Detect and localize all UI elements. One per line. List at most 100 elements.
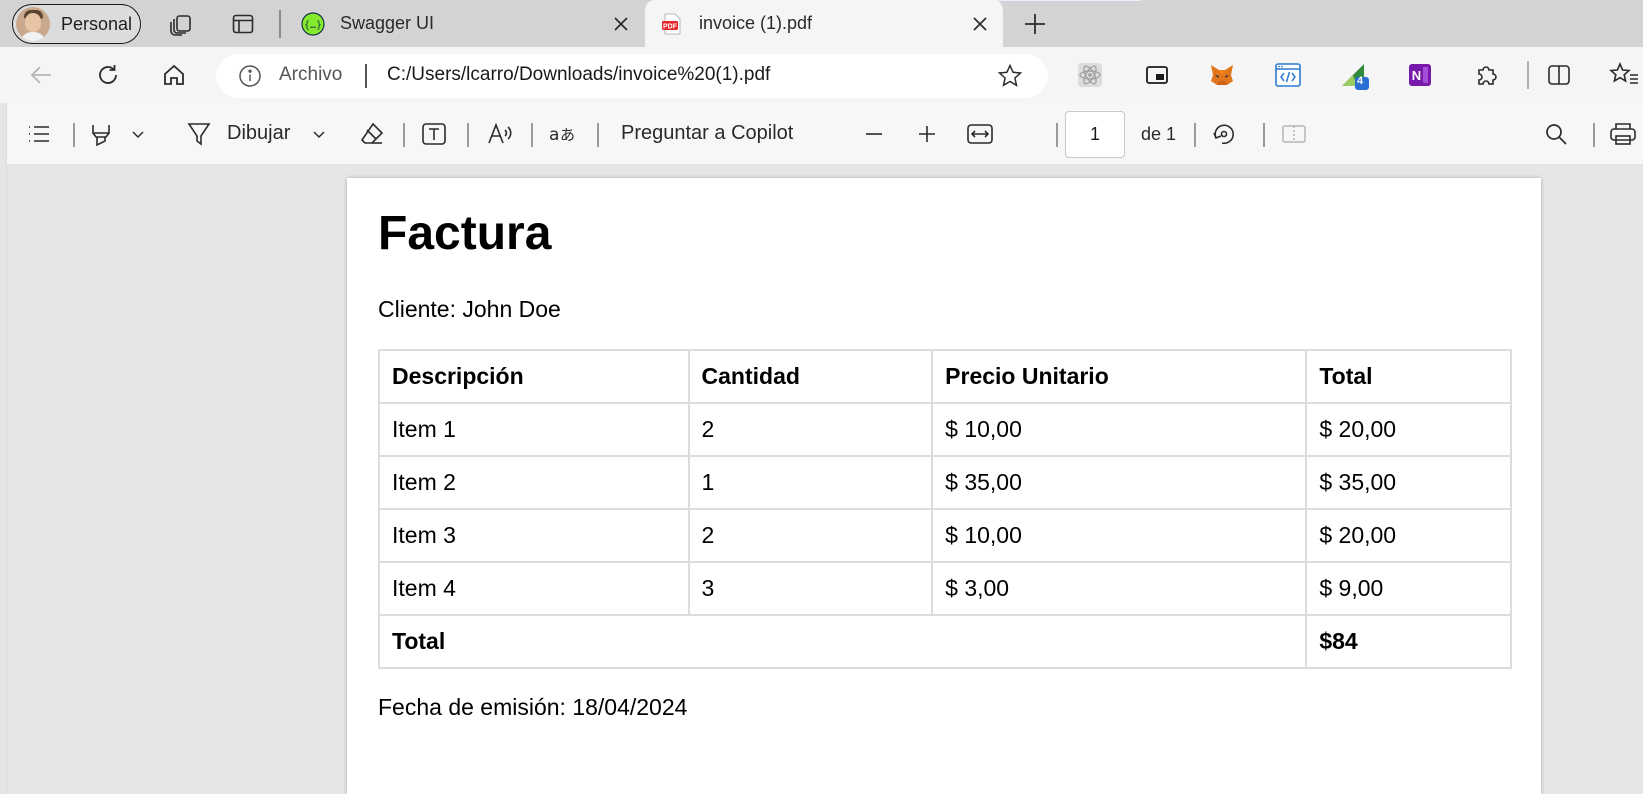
metamask-fox-icon[interactable] bbox=[1205, 58, 1239, 92]
picture-in-picture-icon[interactable] bbox=[1140, 58, 1174, 92]
file-scheme-label: Archivo bbox=[279, 64, 343, 85]
cell-description: Item 3 bbox=[378, 508, 690, 563]
tab-title: Swagger UI bbox=[340, 13, 435, 33]
onenote-icon[interactable]: N bbox=[1403, 58, 1437, 92]
cell-unit-price: $ 3,00 bbox=[931, 561, 1308, 616]
vertical-tabs-icon[interactable] bbox=[227, 8, 259, 40]
tab-title: invoice (1).pdf bbox=[699, 13, 813, 33]
pdf-toolbar: Dibujar aあ Preguntar a Copilot de 1 bbox=[6, 103, 1643, 165]
profile-button[interactable]: Personal bbox=[12, 4, 141, 44]
tab-strip: Personal {…} Swagger UI PDF invoice (1).… bbox=[0, 0, 1643, 47]
react-devtools-icon[interactable] bbox=[1073, 58, 1107, 92]
cell-quantity: 1 bbox=[687, 455, 934, 510]
cell-quantity: 2 bbox=[687, 402, 934, 457]
column-header-quantity: Cantidad bbox=[687, 349, 934, 404]
print-icon[interactable] bbox=[1608, 119, 1638, 149]
issue-date: Fecha de emisión: 18/04/2024 bbox=[378, 694, 688, 720]
pdf-page: Factura Cliente: John Doe Descripción Ca… bbox=[347, 178, 1541, 794]
toolbar-separator bbox=[73, 123, 75, 147]
avatar bbox=[16, 7, 50, 41]
translate-icon[interactable]: aあ bbox=[547, 119, 579, 149]
tab-invoice-pdf[interactable]: PDF invoice (1).pdf bbox=[645, 0, 1003, 47]
refresh-icon[interactable] bbox=[90, 57, 126, 93]
web-developer-icon[interactable] bbox=[1271, 58, 1305, 92]
swagger-icon: {…} bbox=[301, 11, 325, 36]
new-tab-icon[interactable] bbox=[1019, 8, 1051, 40]
column-header-total: Total bbox=[1305, 349, 1512, 404]
split-screen-icon[interactable] bbox=[1542, 58, 1576, 92]
cell-unit-price: $ 10,00 bbox=[931, 402, 1308, 457]
toolbar-separator bbox=[531, 123, 533, 147]
cell-description: Item 1 bbox=[378, 402, 690, 457]
draw-button[interactable]: Dibujar bbox=[227, 122, 290, 145]
table-header-row: Descripción Cantidad Precio Unitario Tot… bbox=[378, 349, 1512, 404]
invoice-table: Descripción Cantidad Precio Unitario Tot… bbox=[377, 349, 1512, 669]
toolbar-separator bbox=[1263, 123, 1265, 147]
address-separator bbox=[365, 64, 367, 88]
pdf-icon: PDF bbox=[660, 12, 684, 36]
url-text[interactable]: C:/Users/lcarro/Downloads/invoice%20(1).… bbox=[387, 64, 770, 86]
tab-swagger-ui[interactable]: {…} Swagger UI bbox=[288, 0, 622, 47]
svg-text:PDF: PDF bbox=[663, 23, 678, 30]
extensions-puzzle-icon[interactable] bbox=[1470, 58, 1504, 92]
cell-quantity: 3 bbox=[687, 561, 934, 616]
table-of-contents-icon[interactable] bbox=[24, 119, 54, 149]
svg-text:a: a bbox=[549, 125, 559, 145]
profile-label: Personal bbox=[61, 13, 133, 34]
page-total-label: de 1 bbox=[1141, 124, 1177, 144]
toolbar-separator bbox=[1194, 123, 1196, 147]
cell-unit-price: $ 35,00 bbox=[931, 455, 1308, 510]
svg-text:N: N bbox=[1412, 68, 1421, 83]
cell-description: Item 2 bbox=[378, 455, 690, 510]
add-text-icon[interactable] bbox=[419, 119, 449, 149]
svg-text:あ: あ bbox=[560, 126, 575, 144]
column-header-description: Descripción bbox=[378, 349, 690, 404]
toolbar-separator bbox=[597, 123, 599, 147]
toolbar-separator bbox=[467, 123, 469, 147]
back-arrow-icon[interactable] bbox=[24, 57, 60, 93]
highlight-options-chevron-icon[interactable] bbox=[129, 119, 147, 149]
address-bar[interactable]: Archivo C:/Users/lcarro/Downloads/invoic… bbox=[216, 54, 1048, 98]
cell-total: $ 35,00 bbox=[1305, 455, 1512, 510]
page-view-icon[interactable] bbox=[1279, 119, 1309, 149]
fit-to-width-icon[interactable] bbox=[965, 119, 995, 149]
cell-total: $ 9,00 bbox=[1305, 561, 1512, 616]
ask-copilot-button[interactable]: Preguntar a Copilot bbox=[621, 122, 793, 145]
rotate-icon[interactable] bbox=[1209, 119, 1239, 149]
zoom-in-icon[interactable] bbox=[913, 119, 941, 149]
column-header-unit-price: Precio Unitario bbox=[931, 349, 1308, 404]
home-icon[interactable] bbox=[156, 57, 192, 93]
cell-quantity: 2 bbox=[687, 508, 934, 563]
total-label: Total bbox=[377, 614, 1308, 669]
table-row: Item 3 2 $ 10,00 $ 20,00 bbox=[378, 508, 1512, 563]
collections-icon[interactable] bbox=[165, 8, 197, 40]
read-aloud-icon[interactable] bbox=[485, 119, 515, 149]
favorite-star-icon[interactable] bbox=[997, 63, 1023, 89]
favorites-icon[interactable] bbox=[1607, 58, 1641, 92]
extension-badge: 4 bbox=[1357, 75, 1364, 87]
close-tab-icon[interactable] bbox=[610, 13, 632, 35]
page-number-input[interactable] bbox=[1065, 111, 1125, 158]
cell-unit-price: $ 10,00 bbox=[931, 508, 1308, 563]
navigation-bar: Archivo C:/Users/lcarro/Downloads/invoic… bbox=[0, 47, 1643, 103]
toolbar-separator bbox=[1056, 123, 1058, 147]
close-tab-icon[interactable] bbox=[969, 13, 991, 35]
eraser-icon[interactable] bbox=[357, 119, 387, 149]
draw-pen-icon[interactable] bbox=[185, 119, 213, 149]
green-extension-icon[interactable]: 4 bbox=[1337, 58, 1371, 92]
svg-text:{…}: {…} bbox=[304, 20, 322, 31]
zoom-out-icon[interactable] bbox=[860, 119, 888, 149]
info-icon[interactable] bbox=[238, 64, 262, 88]
highlight-icon[interactable] bbox=[87, 119, 115, 149]
toolbar-separator bbox=[403, 123, 405, 147]
toolbar-separator bbox=[1527, 61, 1529, 89]
client-line: Cliente: John Doe bbox=[378, 296, 561, 322]
tab-separator bbox=[279, 10, 281, 38]
cell-total: $ 20,00 bbox=[1305, 508, 1512, 563]
search-icon[interactable] bbox=[1541, 119, 1571, 149]
total-value: $84 bbox=[1305, 614, 1512, 669]
draw-options-chevron-icon[interactable] bbox=[310, 119, 328, 149]
cell-description: Item 4 bbox=[378, 561, 690, 616]
table-row: Item 4 3 $ 3,00 $ 9,00 bbox=[378, 561, 1512, 616]
table-row: Item 2 1 $ 35,00 $ 35,00 bbox=[378, 455, 1512, 510]
